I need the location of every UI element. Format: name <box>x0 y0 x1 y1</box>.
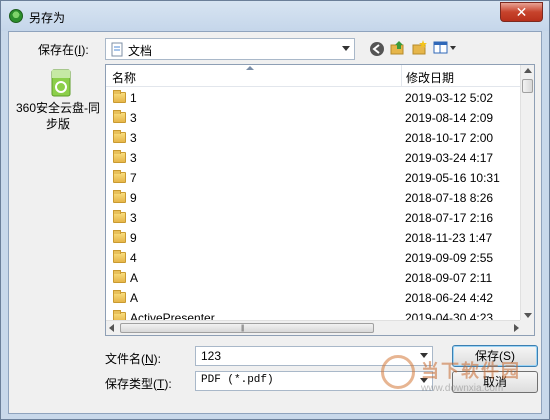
folder-icon <box>113 290 126 303</box>
file-date: 2018-09-07 2:11 <box>405 271 493 285</box>
scroll-down-icon[interactable] <box>524 313 532 318</box>
scroll-corner <box>520 320 534 335</box>
file-date: 2018-06-24 4:42 <box>405 291 494 305</box>
folder-icon <box>113 110 126 123</box>
file-date: 2019-08-14 2:09 <box>405 111 494 125</box>
file-date: 2018-11-23 1:47 <box>405 231 493 245</box>
scroll-left-icon[interactable] <box>109 324 114 332</box>
filetype-value: PDF (*.pdf) <box>201 374 274 386</box>
save-in-value: 文档 <box>128 44 153 58</box>
scroll-right-icon[interactable] <box>514 324 519 332</box>
folder-icon <box>113 230 126 243</box>
list-item[interactable]: 9 2018-11-23 1:47 <box>106 228 522 248</box>
places-bar: 360安全云盘-同步版 <box>13 64 103 324</box>
title-bar[interactable]: 另存为 ✕ <box>1 1 549 31</box>
file-date: 2018-10-17 2:00 <box>405 131 494 145</box>
chevron-down-icon[interactable] <box>342 46 350 51</box>
file-name: 3 <box>130 111 137 125</box>
close-button[interactable]: ✕ <box>500 2 543 22</box>
document-icon <box>111 42 123 57</box>
file-rows: 1 2019-03-12 5:02 3 2019-08-14 2:09 3 2018-10… <box>106 88 522 328</box>
dialog-body: 保存在(I): 文档 360安全云盘-同步版 名称 修改日期 1 2019-03… <box>8 31 542 414</box>
vertical-scrollbar[interactable] <box>520 65 534 321</box>
chevron-down-icon[interactable] <box>420 353 428 358</box>
file-name: 4 <box>130 251 137 265</box>
vertical-scroll-thumb[interactable] <box>522 79 533 93</box>
file-date: 2019-09-09 2:55 <box>405 251 494 265</box>
list-item[interactable]: 1 2019-03-12 5:02 <box>106 88 522 108</box>
place-label: 360安全云盘-同步版 <box>15 101 101 131</box>
list-item[interactable]: 7 2019-05-16 10:31 <box>106 168 522 188</box>
app-icon <box>9 9 23 23</box>
back-icon[interactable] <box>369 41 385 57</box>
new-folder-icon[interactable] <box>412 40 428 56</box>
file-date: 2019-05-16 10:31 <box>405 171 500 185</box>
file-date: 2019-03-24 4:17 <box>405 151 494 165</box>
list-item[interactable]: A 2018-06-24 4:42 <box>106 288 522 308</box>
list-header: 名称 修改日期 <box>106 65 522 87</box>
folder-icon <box>113 170 126 183</box>
file-date: 2018-07-18 8:26 <box>405 191 494 205</box>
file-date: 2019-03-12 5:02 <box>405 91 494 105</box>
folder-icon <box>113 250 126 263</box>
column-header-date[interactable]: 修改日期 <box>402 65 522 87</box>
list-item[interactable]: 9 2018-07-18 8:26 <box>106 188 522 208</box>
up-folder-icon[interactable] <box>390 40 406 56</box>
filename-label: 文件名(N): <box>105 352 162 366</box>
file-name: 3 <box>130 211 137 225</box>
view-menu-icon[interactable] <box>433 41 457 55</box>
file-name: 3 <box>130 151 137 165</box>
horizontal-scroll-thumb[interactable]: ||| <box>120 323 374 333</box>
folder-icon <box>113 210 126 223</box>
file-name: A <box>130 291 139 305</box>
filetype-select[interactable]: PDF (*.pdf) <box>195 371 433 391</box>
column-header-name[interactable]: 名称 <box>106 65 402 87</box>
folder-icon <box>113 270 126 283</box>
save-as-dialog: 另存为 ✕ 保存在(I): 文档 360安全云盘-同步版 名称 修改日期 1 2… <box>0 0 550 420</box>
file-name: 9 <box>130 231 137 245</box>
cancel-button[interactable]: 取消 <box>452 371 538 393</box>
filetype-label: 保存类型(T): <box>105 377 172 391</box>
horizontal-scrollbar[interactable]: ||| <box>106 320 522 335</box>
folder-icon <box>113 130 126 143</box>
folder-icon <box>113 90 126 103</box>
file-name: 7 <box>130 171 137 185</box>
scroll-up-icon[interactable] <box>524 68 532 73</box>
list-item[interactable]: A 2018-09-07 2:11 <box>106 268 522 288</box>
place-cloud-drive[interactable]: 360安全云盘-同步版 <box>13 64 103 144</box>
list-item[interactable]: 3 2018-10-17 2:00 <box>106 128 522 148</box>
list-item[interactable]: 3 2019-08-14 2:09 <box>106 108 522 128</box>
file-name: 1 <box>130 91 137 105</box>
save-in-label: 保存在(I): <box>38 43 89 57</box>
sort-ascending-icon <box>246 66 254 70</box>
window-title: 另存为 <box>29 11 66 25</box>
file-date: 2018-07-17 2:16 <box>405 211 494 225</box>
list-item[interactable]: 4 2019-09-09 2:55 <box>106 248 522 268</box>
save-button[interactable]: 保存(S) <box>452 345 538 367</box>
folder-icon <box>113 190 126 203</box>
save-in-combo[interactable]: 文档 <box>105 38 355 60</box>
file-list[interactable]: 名称 修改日期 1 2019-03-12 5:02 3 2019-08-14 2:09… <box>105 64 535 336</box>
filename-input[interactable]: 123 <box>195 346 433 366</box>
list-item[interactable]: 3 2019-03-24 4:17 <box>106 148 522 168</box>
file-name: 9 <box>130 191 137 205</box>
list-item[interactable]: 3 2018-07-17 2:16 <box>106 208 522 228</box>
filename-value: 123 <box>201 349 222 363</box>
chevron-down-icon[interactable] <box>420 378 428 383</box>
folder-icon <box>113 150 126 163</box>
file-name: 3 <box>130 131 137 145</box>
cloud-drive-icon <box>51 69 71 97</box>
file-name: A <box>130 271 139 285</box>
